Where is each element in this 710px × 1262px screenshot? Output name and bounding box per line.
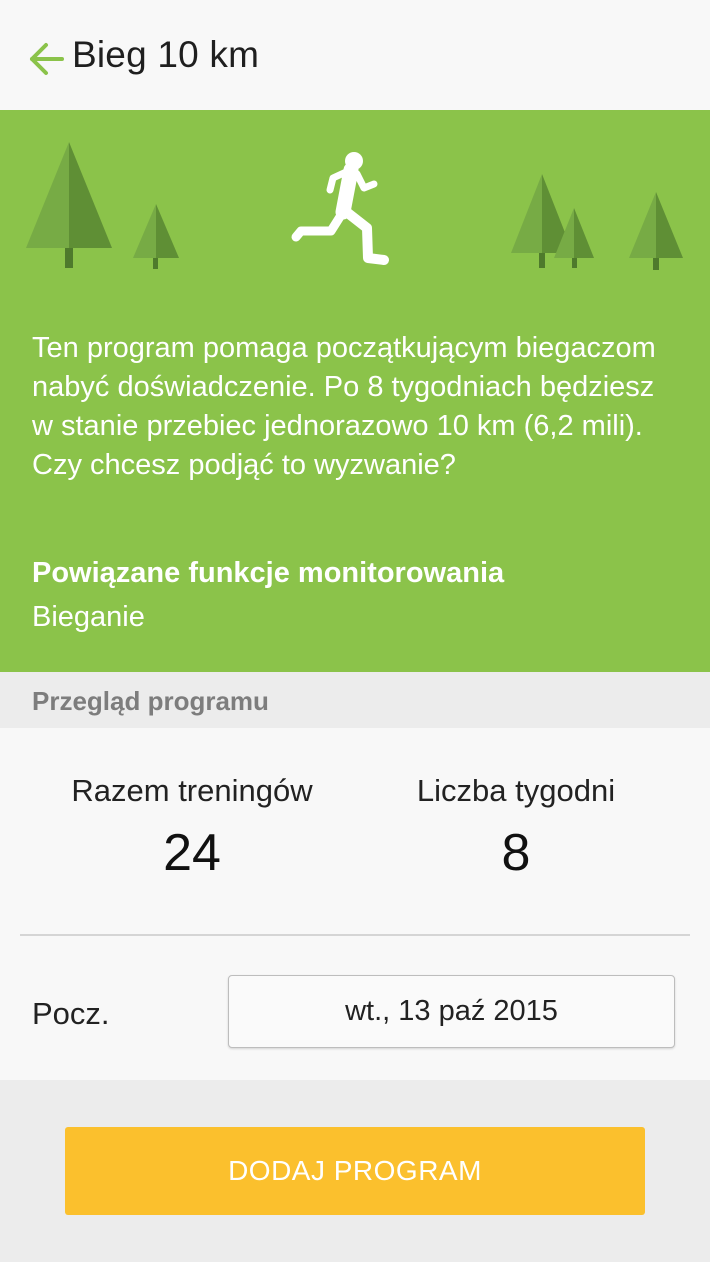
program-hero: Ten program pomaga początkującym biegacz…	[0, 110, 710, 672]
related-features-heading: Powiązane funkcje monitorowania	[32, 557, 505, 589]
tree-icon	[133, 204, 179, 269]
hero-illustration	[26, 142, 683, 270]
add-program-button[interactable]: DODAJ PROGRAM	[65, 1127, 645, 1215]
related-feature-running: Bieganie	[32, 601, 145, 633]
app-bar: Bieg 10 km	[0, 0, 710, 110]
total-workouts-stat: Razem treningów 24	[42, 773, 342, 883]
divider	[20, 934, 690, 936]
weeks-stat: Liczba tygodni 8	[366, 773, 666, 883]
tree-icon	[26, 142, 112, 268]
overview-section-header: Przegląd programu	[0, 672, 710, 728]
back-button[interactable]	[28, 40, 68, 78]
overview-section-title: Przegląd programu	[32, 686, 269, 716]
start-date-label: Pocz.	[32, 996, 110, 1031]
overview-card: Razem treningów 24 Liczba tygodni 8 Pocz…	[0, 728, 710, 1080]
program-description: Ten program pomaga początkującym biegacz…	[32, 332, 656, 481]
weeks-label: Liczba tygodni	[416, 773, 616, 808]
tree-icon	[629, 192, 683, 270]
start-date-picker-button[interactable]: wt., 13 paź 2015	[228, 975, 675, 1048]
weeks-value: 8	[501, 824, 531, 882]
page-title: Bieg 10 km	[72, 34, 260, 75]
total-workouts-value: 24	[163, 824, 221, 882]
running-person-icon	[291, 152, 389, 265]
total-workouts-label: Razem treningów	[71, 773, 313, 808]
arrow-left-icon	[30, 43, 64, 75]
